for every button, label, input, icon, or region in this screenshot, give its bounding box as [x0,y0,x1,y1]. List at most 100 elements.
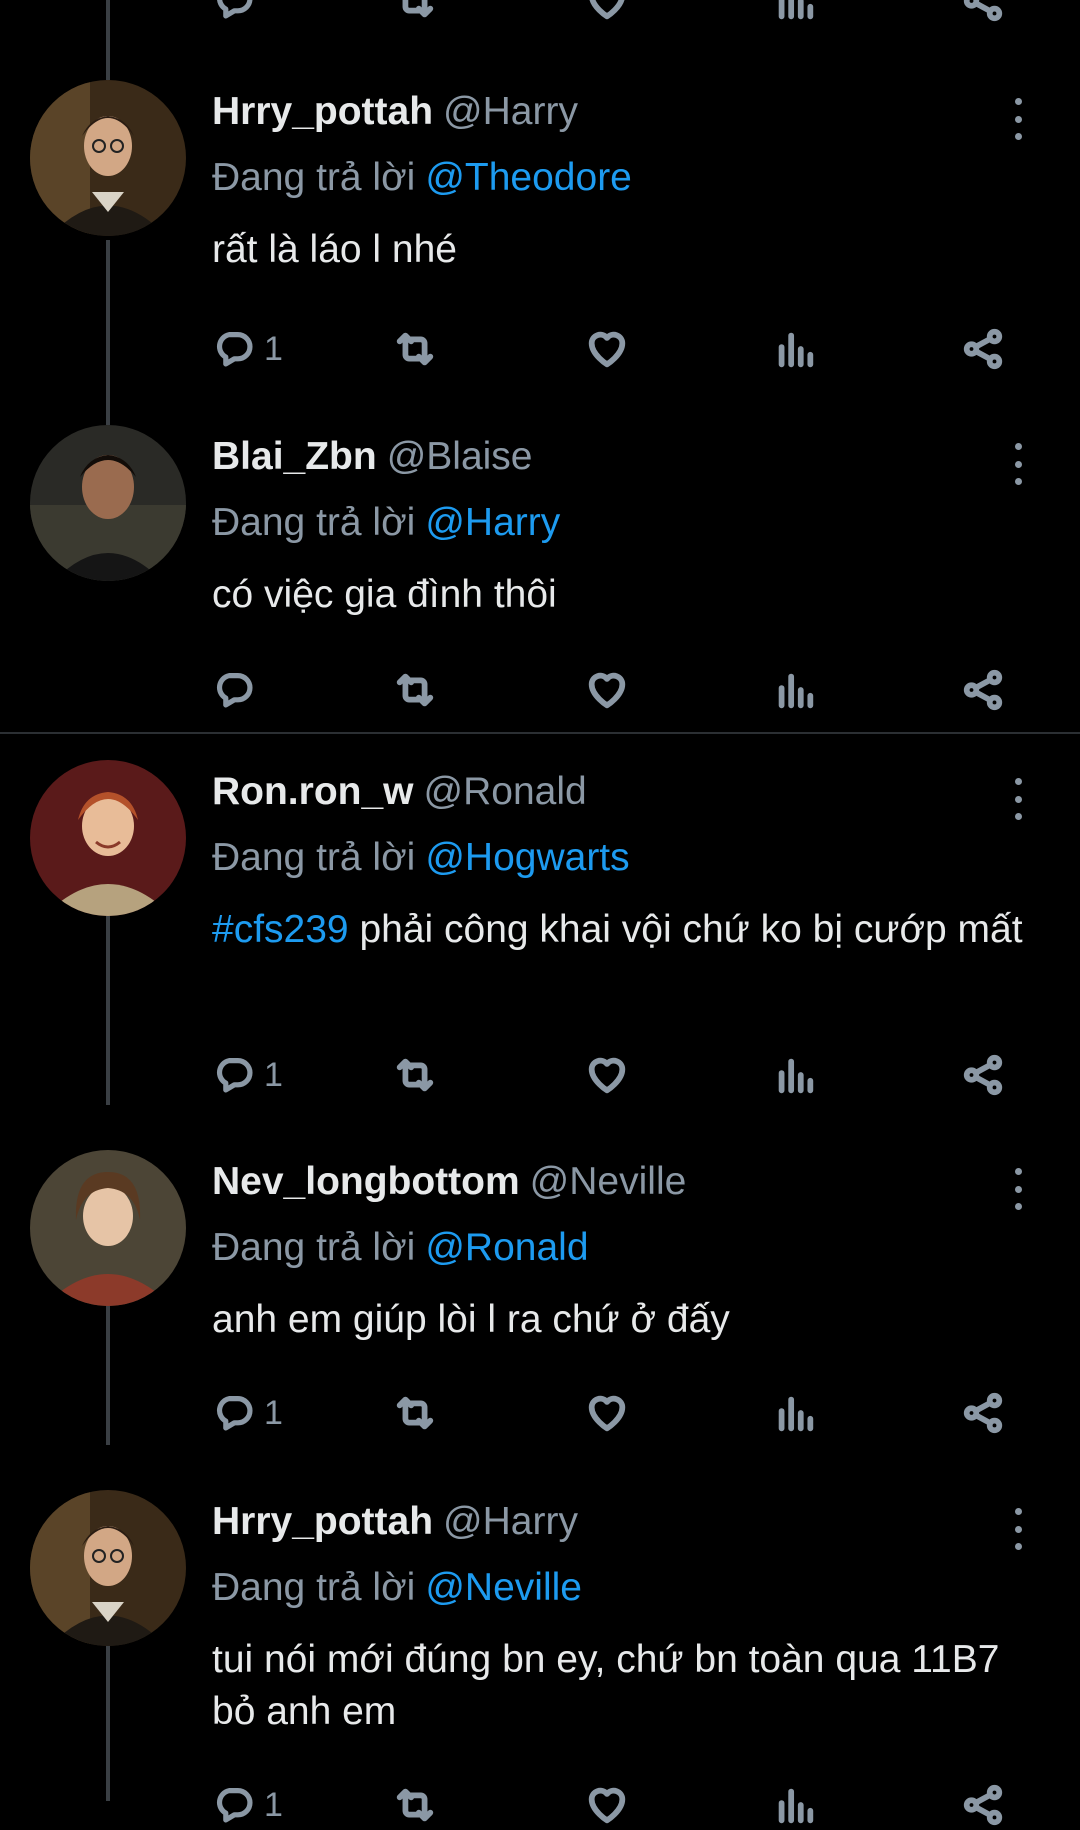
share-button[interactable] [960,1388,1006,1438]
reply-mention[interactable]: @Theodore [425,156,632,199]
tweet[interactable]: Blai_Zbn @Blaise Đang trả lời @Harry có vi… [0,425,1080,725]
more-options-button[interactable] [1000,1504,1036,1554]
avatar[interactable] [30,760,186,916]
user-handle[interactable]: @Ronald [424,770,587,813]
retweet-button[interactable] [392,665,438,715]
tweet[interactable]: Hrry_pottah @Harry Đang trả lời @Neville t… [0,1490,1080,1826]
stats-button[interactable] [772,1388,818,1438]
thread-line [106,0,110,80]
like-button[interactable] [584,1050,630,1100]
share-button[interactable] [960,1780,1006,1830]
like-button[interactable] [584,1780,630,1830]
retweet-icon [396,1396,434,1430]
tweet-actions: 1 [212,1780,1012,1830]
reply-mention[interactable]: @Ronald [425,1226,588,1269]
reply-icon [216,332,253,367]
reply-button[interactable]: 1 [212,1780,283,1830]
user-handle[interactable]: @Harry [443,90,578,133]
reply-count: 1 [264,1393,283,1432]
more-options-button[interactable] [1000,1164,1036,1214]
display-name[interactable]: Nev_longbottom [212,1160,520,1203]
stats-icon [778,0,814,20]
retweet-icon [396,1788,434,1822]
tweet-text: rất là láo l nhé [212,224,1052,276]
display-name[interactable]: Ron.ron_w [212,770,414,813]
avatar[interactable] [30,1490,186,1646]
reply-prefix: Đang trả lời [212,156,416,199]
retweet-button[interactable] [392,1050,438,1100]
avatar-image [30,425,186,581]
user-handle[interactable]: @Blaise [387,435,533,478]
display-name[interactable]: Hrry_pottah [212,90,433,133]
user-handle[interactable]: @Harry [443,1500,578,1543]
stats-button[interactable] [772,0,818,26]
stats-button[interactable] [772,665,818,715]
avatar[interactable] [30,80,186,236]
reply-context: Đang trả lời @Hogwarts [212,836,630,880]
reply-button[interactable]: 1 [212,1388,283,1438]
heart-icon [588,331,626,368]
tweet-body: phải công khai vội chứ ko bị cướp mất [348,908,1023,951]
display-name[interactable]: Blai_Zbn [212,435,377,478]
share-button[interactable] [960,324,1006,374]
tweet-text: anh em giúp lòi l ra chứ ở đấy [212,1294,1052,1346]
share-button[interactable] [960,665,1006,715]
reply-prefix: Đang trả lời [212,1226,416,1269]
retweet-button[interactable] [392,1388,438,1438]
share-button[interactable] [960,1050,1006,1100]
tweet-body: rất là láo l nhé [212,228,457,271]
retweet-icon [402,0,434,18]
reply-button[interactable] [212,0,258,26]
stats-icon [778,1788,814,1824]
more-options-button[interactable] [1000,774,1036,824]
stats-button[interactable] [772,1050,818,1100]
reply-count: 1 [264,1055,283,1094]
reply-button[interactable]: 1 [212,1050,283,1100]
like-button[interactable] [584,0,630,26]
more-dot-icon [1014,98,1022,105]
display-name[interactable]: Hrry_pottah [212,1500,433,1543]
reply-button[interactable] [212,665,264,715]
user-handle[interactable]: @Neville [530,1160,687,1203]
like-button[interactable] [584,324,630,374]
tweet[interactable]: Ron.ron_w @Ronald Đang trả lời @Hogwarts #… [0,760,1080,1100]
reply-prefix: Đang trả lời [212,836,416,879]
like-button[interactable] [584,1388,630,1438]
retweet-button[interactable] [392,324,438,374]
stats-icon [778,1396,814,1432]
avatar-image [30,80,186,236]
reply-icon [216,1788,253,1823]
reply-count: 1 [264,1785,283,1824]
like-button[interactable] [584,665,630,715]
retweet-button[interactable] [392,0,438,26]
stats-button[interactable] [772,1780,818,1830]
reply-icon [216,673,253,708]
stats-button[interactable] [772,324,818,374]
reply-mention[interactable]: @Neville [425,1566,582,1609]
more-dot-icon [1014,1185,1022,1193]
tweet-text: có việc gia đình thôi [212,569,1052,621]
tweet[interactable]: Hrry_pottah @Harry Đang trả lời @Theodore … [0,80,1080,380]
stats-icon [778,673,814,709]
more-options-button[interactable] [1000,439,1036,489]
stats-icon [778,332,814,368]
hashtag-link[interactable]: #cfs239 [212,908,349,951]
more-dot-icon [1014,1525,1022,1533]
reply-context: Đang trả lời @Theodore [212,156,632,200]
reply-button[interactable]: 1 [212,324,283,374]
more-dot-icon [1014,1508,1022,1515]
share-button[interactable] [960,0,1006,26]
more-options-button[interactable] [1000,94,1036,144]
reply-mention[interactable]: @Harry [425,501,560,544]
heart-icon [588,1057,626,1094]
more-dot-icon [1014,1203,1022,1210]
tweet[interactable]: Nev_longbottom @Neville Đang trả lời @Rona… [0,1150,1080,1450]
reply-mention[interactable]: @Hogwarts [425,836,629,879]
reply-context: Đang trả lời @Neville [212,1566,582,1610]
share-icon [963,1392,1003,1434]
share-icon [963,328,1003,370]
reply-context: Đang trả lời @Harry [212,501,560,545]
avatar[interactable] [30,425,186,581]
avatar[interactable] [30,1150,186,1306]
retweet-button[interactable] [392,1780,438,1830]
